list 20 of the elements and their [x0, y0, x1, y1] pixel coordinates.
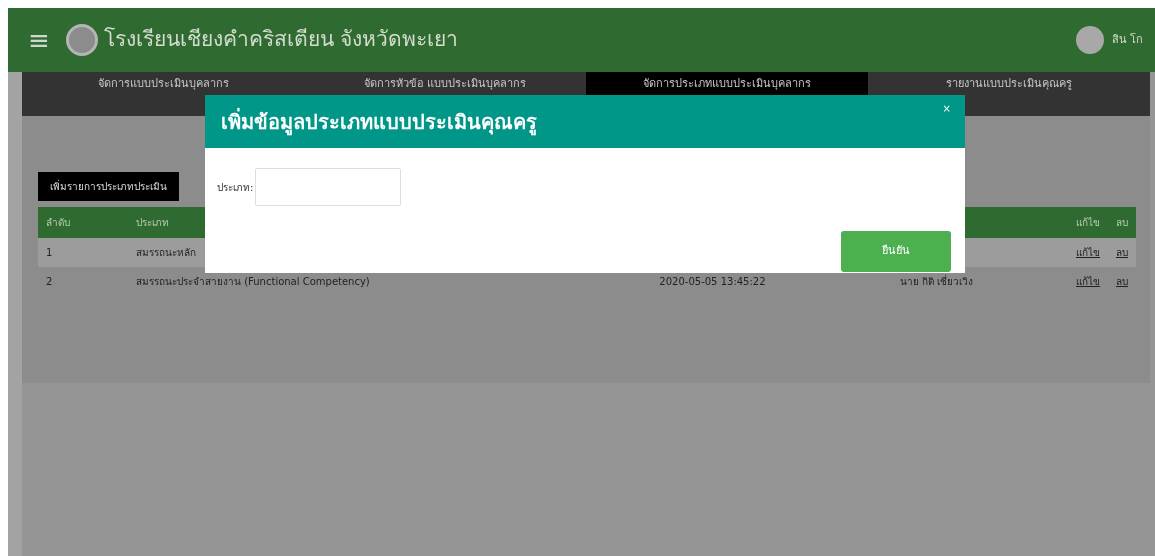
- column-header: แก้ไข: [1068, 207, 1108, 238]
- modal-title: เพิ่มข้อมูลประเภทแบบประเมินคุณครู: [221, 107, 537, 137]
- user-name[interactable]: สิน โก: [1111, 31, 1143, 49]
- menu-icon[interactable]: ≡: [28, 27, 50, 53]
- type-input-field[interactable]: [255, 168, 402, 206]
- close-button[interactable]: ×: [942, 101, 951, 116]
- table-cell: สมรรถนะประจำสายงาน (Functional Competency): [128, 267, 620, 296]
- table-cell-text: 2020-05-05 13:45:22: [658, 275, 767, 289]
- table-cell: 1: [38, 238, 128, 267]
- avatar-icon[interactable]: [1075, 26, 1104, 54]
- table-cell: 2: [38, 267, 128, 296]
- school-title: โรงเรียนเชียงคำคริสเตียน จังหวัดพะเยา: [103, 26, 459, 54]
- field-label: ประเภท:: [217, 180, 254, 195]
- delete-link[interactable]: ลบ: [1116, 247, 1128, 258]
- column-header: ลบ: [1108, 207, 1136, 238]
- edit-link[interactable]: แก้ไข: [1076, 276, 1100, 287]
- add-type-button[interactable]: เพิ่มรายการประเภทประเมิน: [38, 172, 179, 201]
- column-header: ลำดับ: [38, 207, 128, 238]
- delete-link[interactable]: ลบ: [1116, 276, 1128, 287]
- school-logo-icon: [65, 24, 98, 56]
